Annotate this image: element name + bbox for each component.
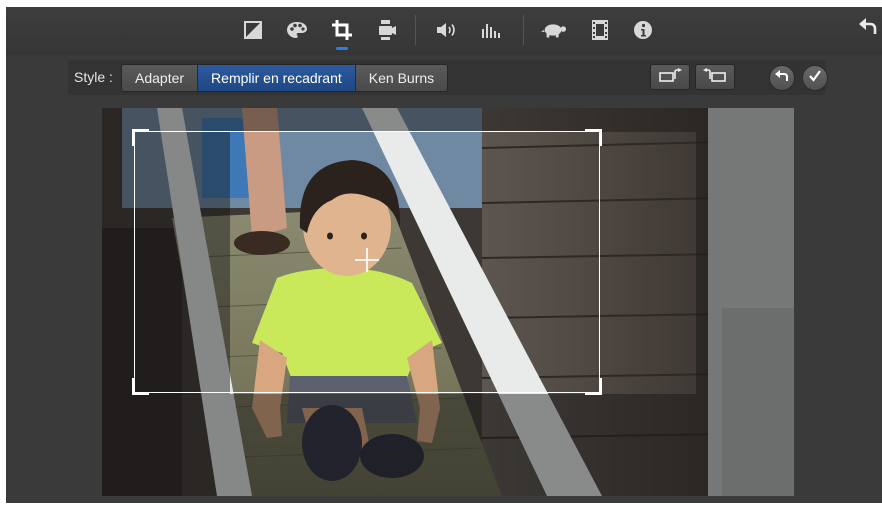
crop-handle-top-left[interactable] bbox=[132, 129, 149, 146]
stabilization-camera-icon[interactable] bbox=[374, 17, 400, 43]
equalizer-icon[interactable] bbox=[478, 17, 504, 43]
crop-handle-bottom-right[interactable] bbox=[585, 378, 602, 395]
speed-turtle-icon[interactable] bbox=[541, 17, 567, 43]
volume-icon[interactable] bbox=[434, 17, 460, 43]
crop-icon[interactable] bbox=[329, 17, 355, 43]
reset-icon bbox=[775, 69, 789, 88]
crop-frame[interactable] bbox=[132, 129, 602, 395]
video-filter-icon[interactable] bbox=[587, 17, 613, 43]
crop-style-segmented-control: Adapter Remplir en recadrant Ken Burns bbox=[121, 64, 449, 92]
rotate-right-icon bbox=[703, 67, 727, 87]
checkmark-icon bbox=[808, 69, 822, 88]
reset-button[interactable] bbox=[769, 65, 795, 91]
video-viewer bbox=[102, 108, 794, 496]
style-option-adapter[interactable]: Adapter bbox=[122, 65, 199, 91]
style-option-remplir-en-recadrant[interactable]: Remplir en recadrant bbox=[198, 65, 356, 91]
toolbar-separator bbox=[415, 15, 416, 45]
rotate-left-icon bbox=[658, 67, 682, 87]
adjustments-toolbar bbox=[6, 7, 882, 55]
crop-center-crosshair bbox=[355, 248, 379, 272]
active-tool-indicator bbox=[336, 47, 348, 50]
rotate-right-button[interactable] bbox=[695, 64, 735, 90]
color-correction-palette-icon[interactable] bbox=[284, 17, 310, 43]
crop-handle-bottom-left[interactable] bbox=[132, 378, 149, 395]
info-icon[interactable] bbox=[630, 17, 656, 43]
crop-handle-top-right[interactable] bbox=[585, 129, 602, 146]
color-balance-icon[interactable] bbox=[240, 17, 266, 43]
app-window: Style : Adapter Remplir en recadrant Ken… bbox=[6, 7, 882, 503]
crop-style-bar: Style : Adapter Remplir en recadrant Ken… bbox=[68, 60, 828, 95]
back-arrow-icon[interactable] bbox=[858, 16, 878, 36]
rotate-left-button[interactable] bbox=[650, 64, 690, 90]
style-label: Style : bbox=[74, 69, 113, 85]
apply-button[interactable] bbox=[802, 65, 828, 91]
style-option-ken-burns[interactable]: Ken Burns bbox=[355, 65, 448, 91]
toolbar-separator bbox=[523, 15, 524, 45]
